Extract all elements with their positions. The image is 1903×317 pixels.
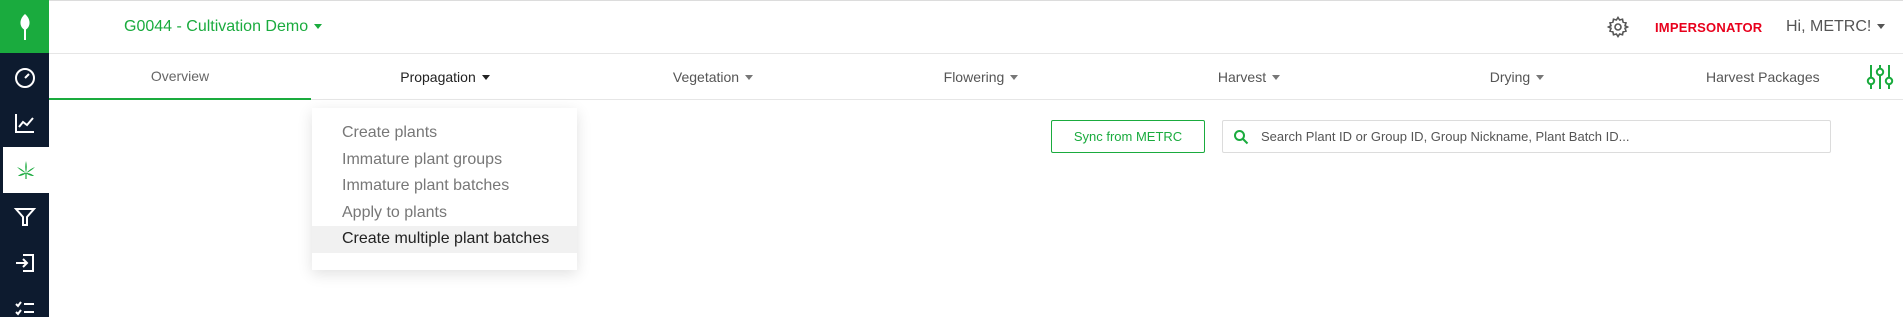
- tab-label: Propagation: [400, 69, 476, 85]
- impersonator-badge: IMPERSONATOR: [1655, 20, 1763, 35]
- tab-label: Harvest Packages: [1706, 69, 1820, 85]
- tab-label: Harvest: [1217, 69, 1267, 85]
- chevron-down-icon: [1877, 24, 1886, 30]
- tab-flowering[interactable]: Flowering: [847, 54, 1115, 100]
- menu-item-apply-to-plants[interactable]: Apply to plants: [312, 200, 577, 227]
- tab-harvest[interactable]: Harvest: [1115, 54, 1383, 100]
- sidebar-item-dashboard[interactable]: [0, 54, 49, 100]
- chevron-down-icon: [314, 24, 323, 30]
- facility-name: G0044 - Cultivation Demo: [124, 18, 309, 35]
- cannabis-leaf-icon: [17, 161, 35, 179]
- sliders-icon[interactable]: [1864, 62, 1896, 92]
- user-greeting: Hi, METRC!: [1786, 18, 1872, 35]
- menu-item-create-multiple-plant-batches[interactable]: Create multiple plant batches: [312, 226, 577, 253]
- logo[interactable]: [0, 0, 49, 53]
- chevron-down-icon: [1536, 74, 1545, 80]
- leaf-logo-icon: [19, 13, 30, 40]
- tab-label: Vegetation: [672, 69, 740, 85]
- chevron-down-icon: [745, 74, 754, 80]
- checklist-icon: [14, 301, 34, 316]
- sync-from-metrc-button[interactable]: Sync from METRC: [1051, 120, 1205, 153]
- tab-label: Overview: [150, 68, 210, 84]
- sidebar-item-tasks[interactable]: [0, 286, 49, 317]
- main-tabs: Overview Propagation Vegetation Flowerin…: [49, 54, 1903, 100]
- speedometer-icon: [14, 68, 35, 88]
- tab-drying[interactable]: Drying: [1383, 54, 1651, 100]
- sign-in-icon: [15, 254, 34, 272]
- sidebar-item-processing[interactable]: [0, 194, 49, 240]
- search-icon: [1234, 130, 1249, 145]
- tab-vegetation[interactable]: Vegetation: [579, 54, 847, 100]
- tab-overview[interactable]: Overview: [49, 54, 311, 100]
- chevron-down-icon: [1010, 74, 1019, 80]
- user-menu[interactable]: Hi, METRC!: [1786, 18, 1886, 36]
- menu-item-immature-plant-groups[interactable]: Immature plant groups: [312, 147, 577, 174]
- tab-propagation[interactable]: Propagation: [311, 54, 579, 100]
- sidebar: [0, 0, 49, 317]
- sidebar-item-transfers[interactable]: [0, 240, 49, 286]
- propagation-dropdown-menu: Create plants Immature plant groups Imma…: [312, 108, 577, 270]
- gear-icon[interactable]: [1606, 15, 1630, 39]
- facility-selector[interactable]: G0044 - Cultivation Demo: [124, 18, 323, 36]
- sidebar-item-reports[interactable]: [0, 100, 49, 146]
- top-header: G0044 - Cultivation Demo IMPERSONATOR Hi…: [49, 0, 1903, 54]
- tab-label: Flowering: [943, 69, 1005, 85]
- funnel-icon: [13, 208, 36, 226]
- search-bar: [1222, 120, 1831, 153]
- chevron-down-icon: [1272, 74, 1281, 80]
- tab-label: Drying: [1489, 69, 1531, 85]
- menu-item-create-plants[interactable]: Create plants: [312, 120, 577, 147]
- sidebar-item-cultivation[interactable]: [3, 147, 49, 193]
- line-chart-icon: [14, 114, 34, 133]
- chevron-down-icon: [481, 74, 490, 80]
- menu-item-immature-plant-batches[interactable]: Immature plant batches: [312, 173, 577, 200]
- search-input[interactable]: [1261, 121, 1821, 152]
